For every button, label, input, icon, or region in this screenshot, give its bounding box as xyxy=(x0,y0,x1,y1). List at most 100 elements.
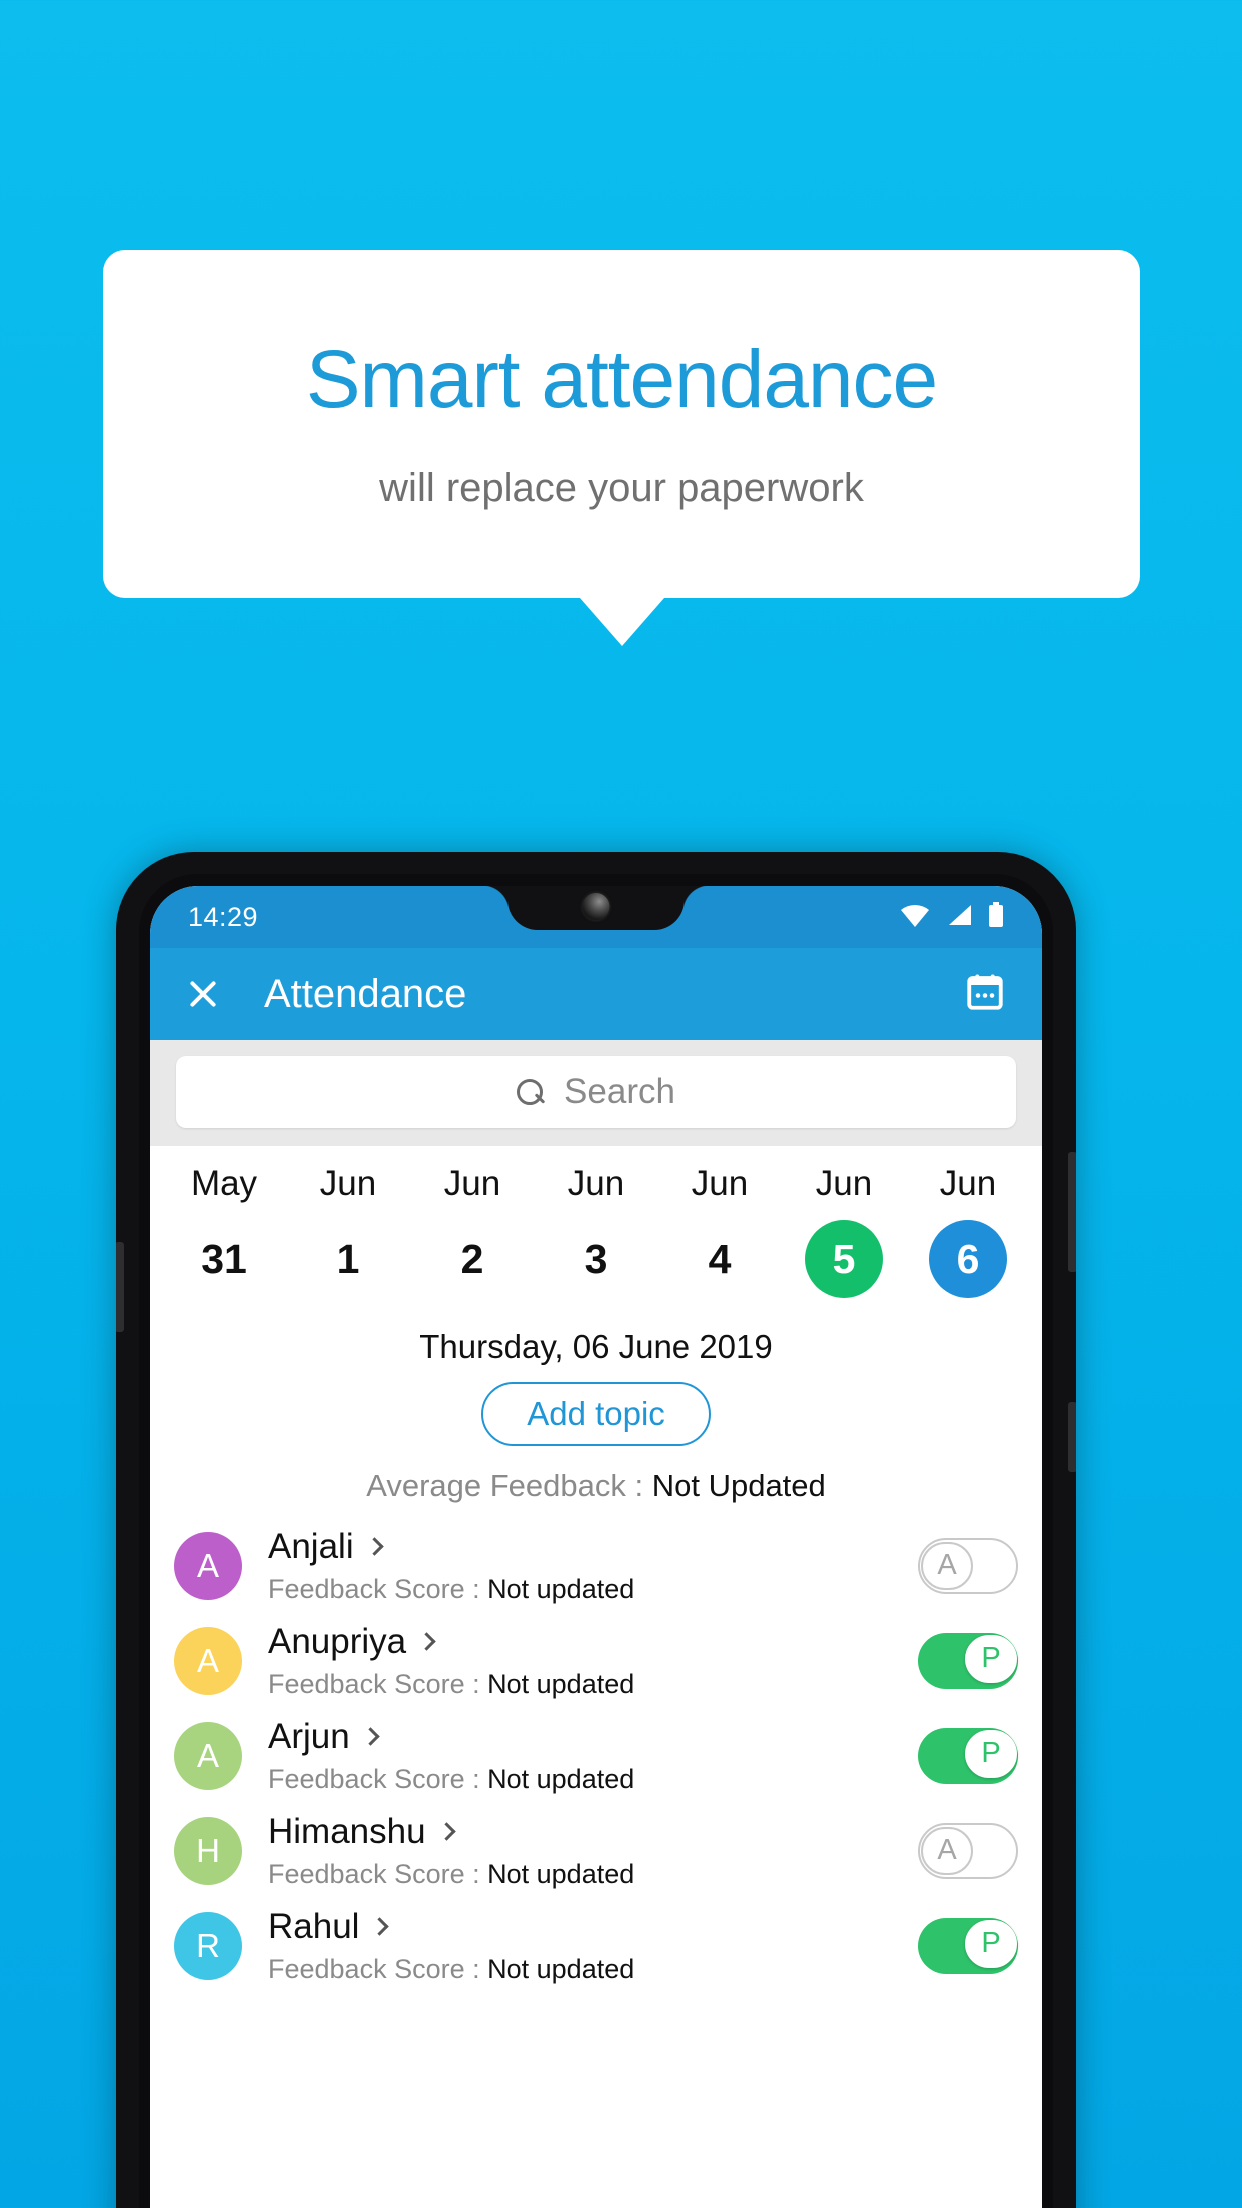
student-name-line[interactable]: Rahul xyxy=(268,1907,918,1947)
feedback-score: Feedback Score : Not updated xyxy=(268,1669,918,1700)
date-cell[interactable]: Jun 1 xyxy=(286,1164,410,1298)
student-name: Himanshu xyxy=(268,1811,426,1851)
avatar: A xyxy=(174,1626,242,1695)
page-title: Attendance xyxy=(264,971,467,1016)
chevron-right-icon[interactable] xyxy=(364,1537,384,1556)
attendance-toggle-knob: P xyxy=(965,1729,1017,1778)
feedback-score-label: Feedback Score : xyxy=(268,1953,488,1984)
search-input[interactable]: Search xyxy=(176,1056,1016,1128)
student-name: Anjali xyxy=(268,1526,354,1566)
front-camera-icon xyxy=(582,893,610,920)
date-cell[interactable]: Jun 3 xyxy=(534,1164,658,1298)
date-cell[interactable]: Jun 6 xyxy=(906,1164,1030,1298)
feedback-score-value: Not updated xyxy=(487,1573,635,1604)
search-icon xyxy=(517,1078,544,1106)
date-day-number[interactable]: 3 xyxy=(557,1220,635,1298)
selected-date-label: Thursday, 06 June 2019 xyxy=(419,1328,773,1365)
feedback-score: Feedback Score : Not updated xyxy=(268,1764,918,1795)
attendance-toggle[interactable]: P xyxy=(918,1632,1018,1689)
close-icon[interactable] xyxy=(186,977,220,1011)
feedback-score-value: Not updated xyxy=(487,1668,635,1699)
feedback-score-value: Not updated xyxy=(487,1763,635,1794)
attendance-toggle[interactable]: P xyxy=(918,1727,1018,1784)
phone-left-button xyxy=(116,1242,124,1332)
chevron-right-icon[interactable] xyxy=(436,1822,456,1841)
date-cell[interactable]: Jun 5 xyxy=(782,1164,906,1298)
feedback-score: Feedback Score : Not updated xyxy=(268,1859,918,1890)
status-bar-time: 14:29 xyxy=(188,902,259,932)
student-name: Anupriya xyxy=(268,1621,407,1661)
feedback-score: Feedback Score : Not updated xyxy=(268,1574,918,1605)
student-row[interactable]: R Rahul Feedback Score : Not updated P xyxy=(174,1898,1018,1993)
date-day-number[interactable]: 2 xyxy=(433,1220,511,1298)
feedback-score-label: Feedback Score : xyxy=(268,1668,488,1699)
attendance-toggle[interactable]: A xyxy=(918,1537,1018,1594)
date-month-label: Jun xyxy=(691,1164,749,1203)
feedback-score-value: Not updated xyxy=(487,1953,635,1984)
search-bar-container: Search xyxy=(150,1040,1042,1146)
avatar: A xyxy=(174,1531,242,1600)
promo-card: Smart attendance will replace your paper… xyxy=(103,250,1140,646)
average-feedback: Average Feedback : Not Updated xyxy=(150,1468,1042,1504)
student-info: Anjali Feedback Score : Not updated xyxy=(268,1527,918,1605)
promo-subtitle: will replace your paperwork xyxy=(379,465,864,510)
feedback-score-label: Feedback Score : xyxy=(268,1858,488,1889)
student-name-line[interactable]: Himanshu xyxy=(268,1812,918,1852)
phone-mockup: 14:29 Attendance Search May 31 Jun 1 Jun… xyxy=(116,852,1076,2208)
date-cell[interactable]: May 31 xyxy=(162,1164,286,1298)
feedback-score-label: Feedback Score : xyxy=(268,1573,488,1604)
average-feedback-label: Average Feedback : xyxy=(366,1468,652,1503)
date-strip: May 31 Jun 1 Jun 2 Jun 3 Jun 4 Jun 5 Jun 6 xyxy=(150,1146,1042,1302)
phone-bezel: 14:29 Attendance Search May 31 Jun 1 Jun… xyxy=(139,874,1053,2208)
date-day-number[interactable]: 31 xyxy=(185,1220,263,1298)
attendance-toggle[interactable]: A xyxy=(918,1822,1018,1879)
feedback-score-value: Not updated xyxy=(487,1858,635,1889)
phone-screen: 14:29 Attendance Search May 31 Jun 1 Jun… xyxy=(150,886,1042,2208)
student-name: Arjun xyxy=(268,1716,350,1756)
date-month-label: Jun xyxy=(443,1164,501,1203)
student-row[interactable]: H Himanshu Feedback Score : Not updated A xyxy=(174,1803,1018,1898)
student-info: Rahul Feedback Score : Not updated xyxy=(268,1907,918,1985)
avatar: H xyxy=(174,1816,242,1885)
feedback-score: Feedback Score : Not updated xyxy=(268,1954,918,1985)
calendar-icon[interactable] xyxy=(964,971,1006,1018)
promo-title: Smart attendance xyxy=(305,334,938,426)
student-row[interactable]: A Arjun Feedback Score : Not updated P xyxy=(174,1708,1018,1803)
student-name-line[interactable]: Anupriya xyxy=(268,1622,918,1662)
student-name-line[interactable]: Arjun xyxy=(268,1717,918,1757)
date-month-label: Jun xyxy=(939,1164,997,1203)
chevron-right-icon[interactable] xyxy=(417,1632,436,1651)
phone-notch xyxy=(482,886,684,930)
date-month-label: Jun xyxy=(815,1164,873,1203)
student-info: Himanshu Feedback Score : Not updated xyxy=(268,1812,918,1890)
app-bar: Attendance xyxy=(150,948,1042,1040)
date-cell[interactable]: Jun 2 xyxy=(410,1164,534,1298)
student-row[interactable]: A Anupriya Feedback Score : Not updated P xyxy=(174,1613,1018,1708)
date-day-number[interactable]: 4 xyxy=(681,1220,759,1298)
date-cell[interactable]: Jun 4 xyxy=(658,1164,782,1298)
add-topic-button[interactable]: Add topic xyxy=(481,1382,711,1446)
status-bar-icons xyxy=(900,902,1004,935)
date-month-label: Jun xyxy=(567,1164,625,1203)
wifi-icon xyxy=(900,903,930,934)
avatar: R xyxy=(174,1911,242,1980)
chevron-right-icon[interactable] xyxy=(370,1917,390,1936)
chevron-right-icon[interactable] xyxy=(361,1727,380,1746)
status-bar: 14:29 xyxy=(150,886,1042,948)
phone-power-button xyxy=(1068,1152,1076,1272)
student-row[interactable]: A Anjali Feedback Score : Not updated A xyxy=(174,1518,1018,1613)
attendance-toggle[interactable]: P xyxy=(918,1917,1018,1974)
battery-icon xyxy=(988,902,1004,935)
add-topic-container: Add topic xyxy=(150,1382,1042,1446)
date-day-number[interactable]: 5 xyxy=(805,1220,883,1298)
feedback-score-label: Feedback Score : xyxy=(268,1763,488,1794)
phone-volume-button xyxy=(1068,1402,1076,1472)
attendance-toggle-knob: A xyxy=(921,1541,973,1590)
student-list: A Anjali Feedback Score : Not updated A A Anu… xyxy=(150,1518,1042,1993)
promo-card-tail xyxy=(579,598,664,646)
search-placeholder: Search xyxy=(564,1072,675,1111)
date-month-label: Jun xyxy=(319,1164,377,1203)
date-day-number[interactable]: 6 xyxy=(929,1220,1007,1298)
date-day-number[interactable]: 1 xyxy=(309,1220,387,1298)
student-name-line[interactable]: Anjali xyxy=(268,1527,918,1567)
